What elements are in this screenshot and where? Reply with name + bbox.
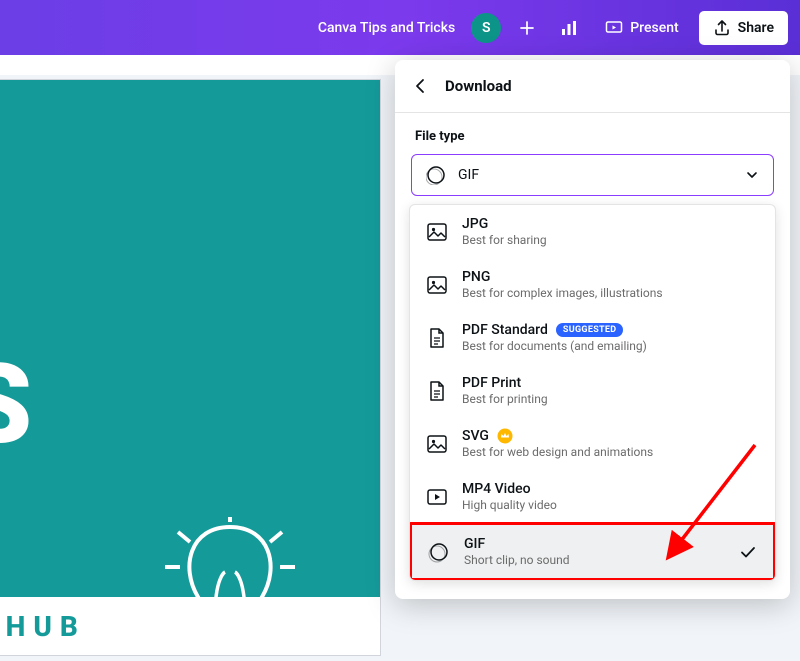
document-title: Canva Tips and Tricks: [318, 20, 455, 36]
user-avatar[interactable]: S: [471, 13, 501, 43]
share-button[interactable]: Share: [699, 11, 788, 45]
gif-icon: [426, 165, 446, 185]
select-value: GIF: [458, 167, 479, 183]
document-icon: [426, 380, 448, 402]
file-type-select[interactable]: GIF: [411, 154, 774, 196]
file-type-option-png[interactable]: PNG Best for complex images, illustratio…: [410, 258, 775, 311]
option-desc: Best for documents (and emailing): [462, 339, 647, 353]
chevron-left-icon: [413, 78, 429, 94]
avatar-initial: S: [482, 20, 491, 36]
check-icon: [739, 543, 757, 561]
image-icon: [426, 433, 448, 455]
panel-header: Download: [395, 60, 790, 113]
option-title: PDF Print: [462, 375, 548, 391]
option-title: JPG: [462, 216, 547, 232]
file-type-option-mp4[interactable]: MP4 Video High quality video: [410, 470, 775, 523]
annotation-highlight: GIF Short clip, no sound: [409, 522, 776, 581]
suggested-badge: SUGGESTED: [556, 323, 624, 337]
option-title: GIF: [464, 536, 570, 552]
option-desc: Best for printing: [462, 392, 548, 406]
option-title: MP4 Video: [462, 481, 557, 497]
gif-icon: [428, 541, 450, 563]
file-type-option-gif[interactable]: GIF Short clip, no sound: [412, 525, 773, 578]
insights-button[interactable]: [553, 12, 585, 44]
document-icon: [426, 327, 448, 349]
option-desc: Best for sharing: [462, 233, 547, 247]
option-title: SVG: [462, 428, 489, 444]
download-panel: Download File type GIF JPG Best for shar…: [395, 60, 790, 599]
option-desc: Best for web design and animations: [462, 445, 653, 459]
option-desc: Best for complex images, illustrations: [462, 286, 663, 300]
present-icon: [605, 19, 623, 37]
share-icon: [713, 19, 731, 37]
design-footer-bar: SIGN HUB: [0, 597, 380, 655]
share-label: Share: [738, 20, 774, 36]
option-desc: Short clip, no sound: [464, 553, 570, 567]
file-type-option-jpg[interactable]: JPG Best for sharing: [410, 205, 775, 258]
back-button[interactable]: [413, 78, 429, 94]
top-toolbar: Canva Tips and Tricks S Present Share: [0, 0, 800, 55]
present-button[interactable]: Present: [595, 13, 688, 43]
plus-icon: [519, 20, 535, 36]
option-desc: High quality video: [462, 498, 557, 512]
present-label: Present: [630, 20, 678, 36]
design-text-line-1: A TIPS: [0, 350, 38, 460]
chart-icon: [560, 19, 578, 37]
design-footer-text: SIGN HUB: [0, 610, 86, 643]
video-icon: [426, 486, 448, 508]
chevron-down-icon: [745, 168, 759, 182]
image-icon: [426, 274, 448, 296]
design-canvas[interactable]: A TIPS CKS SIGN HUB: [0, 80, 380, 655]
file-type-label: File type: [395, 113, 790, 154]
file-type-option-pdf-standard[interactable]: PDF Standard SUGGESTED Best for document…: [410, 311, 775, 364]
file-type-options-list: JPG Best for sharing PNG Best for comple…: [409, 204, 776, 581]
file-type-option-pdf-print[interactable]: PDF Print Best for printing: [410, 364, 775, 417]
crown-icon: [497, 428, 513, 444]
option-title: PDF Standard: [462, 322, 548, 338]
panel-title: Download: [445, 77, 512, 95]
option-title: PNG: [462, 269, 663, 285]
image-icon: [426, 221, 448, 243]
add-collaborator-button[interactable]: [511, 12, 543, 44]
file-type-option-svg[interactable]: SVG Best for web design and animations: [410, 417, 775, 470]
